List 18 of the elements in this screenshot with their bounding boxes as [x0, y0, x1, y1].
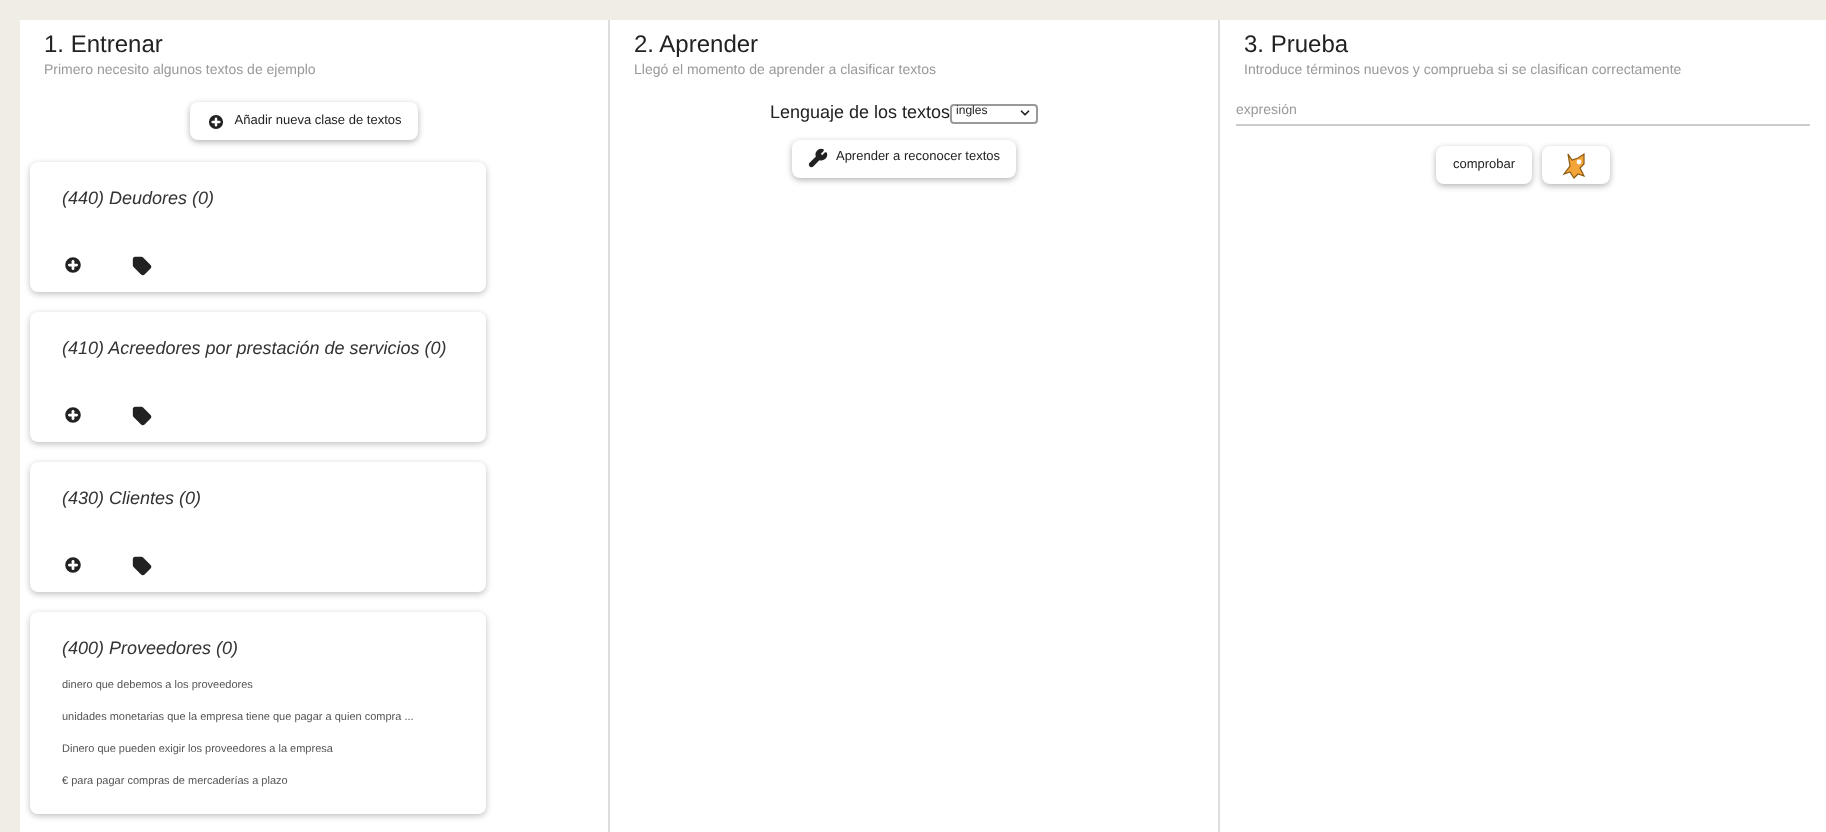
class-title: (430) Clientes (0)	[62, 486, 204, 510]
plus-icon	[206, 111, 227, 131]
section-title: 3. Prueba	[1244, 28, 1351, 60]
class-title: (400) Proveedores (0)	[62, 636, 241, 660]
language-label: Lenguaje de los textos	[769, 100, 951, 126]
add-example-icon[interactable]	[62, 254, 84, 276]
add-example-icon[interactable]	[62, 554, 84, 576]
section-title: 2. Aprender	[634, 28, 761, 60]
mascot-button[interactable]	[1541, 146, 1610, 184]
section-title: 1. Entrenar	[44, 28, 165, 60]
class-title: (440) Deudores (0)	[62, 186, 217, 210]
chevron-down-icon	[1018, 106, 1033, 121]
add-example-icon[interactable]	[62, 404, 84, 426]
tag-icon[interactable]	[132, 405, 152, 425]
tag-icon[interactable]	[132, 255, 152, 275]
tag-icon[interactable]	[132, 555, 152, 575]
class-title: (410) Acreedores por prestación de servicios (0)	[62, 336, 449, 360]
wrench-icon	[807, 148, 828, 168]
